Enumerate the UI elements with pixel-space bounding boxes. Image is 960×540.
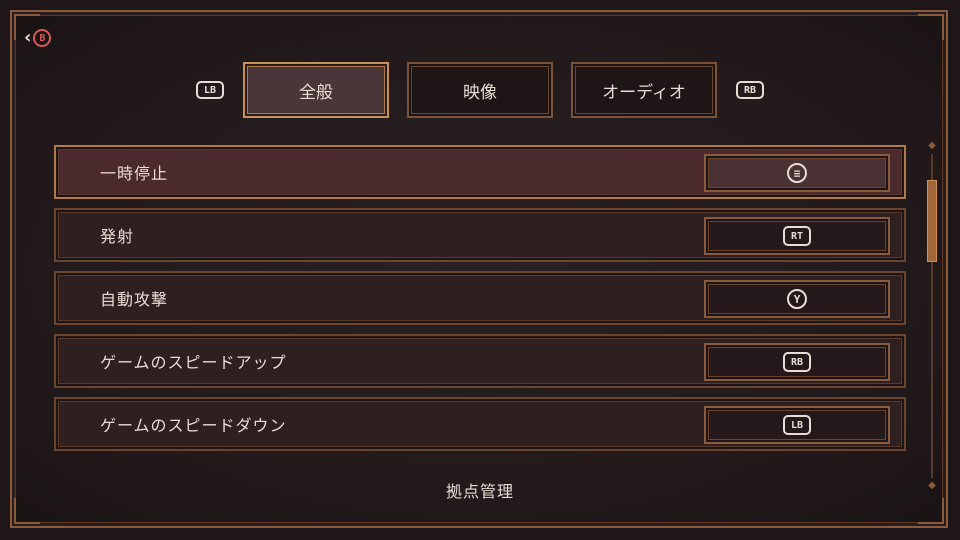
tab-audio[interactable]: オーディオ [571,62,717,118]
section-header-base-management: 拠点管理 [445,482,514,501]
back-button[interactable]: ‹ B [24,27,52,48]
tab-label: 映像 [463,82,497,103]
binding-label: 一時停止 [100,164,169,183]
scrollbar[interactable]: ◆ ◆ [926,140,938,492]
binding-row-auto-attack[interactable]: 自動攻撃 Y [54,271,906,325]
menu-button-icon: ≡ [787,163,807,183]
binding-label: ゲームのスピードアップ [100,353,287,372]
corner-ornament [918,14,944,40]
binding-label: 発射 [100,227,135,246]
rt-trigger-icon: RT [783,226,811,246]
binding-row-speed-down[interactable]: ゲームのスピードダウン LB [54,397,906,451]
keybinding-list: 一時停止 ≡ 発射 RT 自動攻撃 Y ゲームのスピードアップ RB ゲームのス… [54,145,906,460]
tab-label: オーディオ [602,82,686,103]
rb-bumper-icon[interactable]: RB [736,81,764,99]
binding-key-slot[interactable]: Y [704,280,890,318]
binding-label: ゲームのスピードダウン [100,416,287,435]
scroll-thumb[interactable] [927,180,937,262]
tab-bar: LB 全般 映像 オーディオ RB [0,62,960,118]
lb-bumper-icon: LB [783,415,811,435]
binding-key-slot[interactable]: ≡ [704,154,890,192]
lb-bumper-icon[interactable]: LB [196,81,224,99]
binding-key-slot[interactable]: RB [704,343,890,381]
binding-key-slot[interactable]: LB [704,406,890,444]
scroll-cap-top-icon: ◆ [928,140,936,151]
binding-key-slot[interactable]: RT [704,217,890,255]
rb-bumper-icon: RB [783,352,811,372]
tab-video[interactable]: 映像 [407,62,553,118]
binding-row-fire[interactable]: 発射 RT [54,208,906,262]
tab-label: 全般 [299,82,333,103]
binding-label: 自動攻撃 [100,290,169,309]
y-button-icon: Y [787,289,807,309]
chevron-left-icon: ‹ [24,27,32,48]
binding-row-speed-up[interactable]: ゲームのスピードアップ RB [54,334,906,388]
b-button-icon: B [33,29,52,47]
binding-row-pause[interactable]: 一時停止 ≡ [54,145,906,199]
tab-general[interactable]: 全般 [243,62,389,118]
